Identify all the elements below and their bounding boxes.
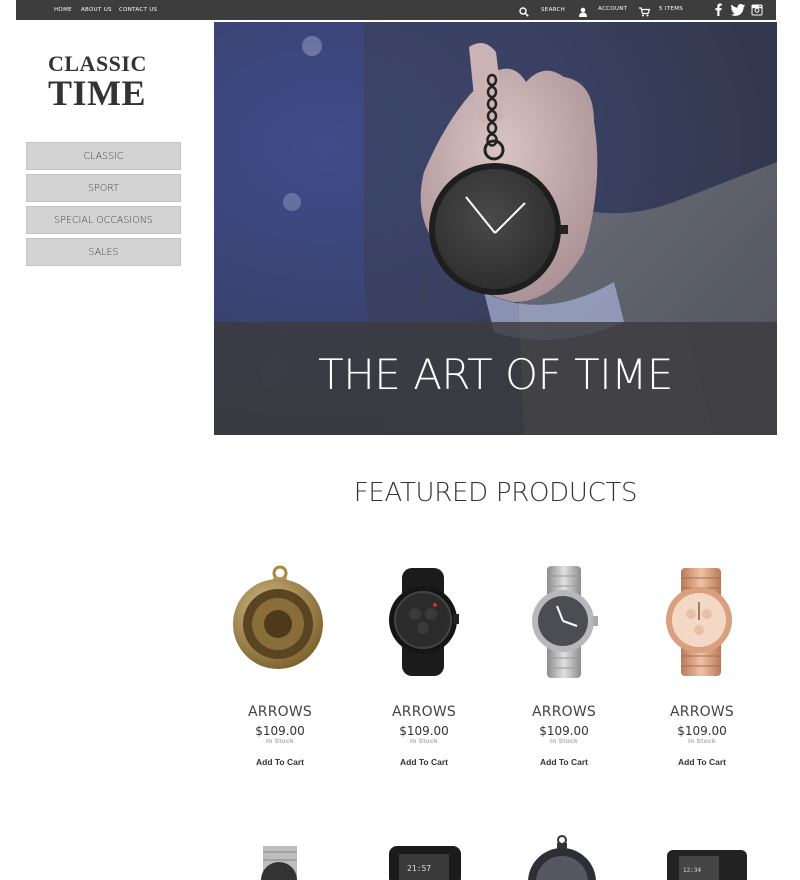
product-price: $109.00 [539,724,589,738]
featured-products-heading: FEATURED PRODUCTS [353,478,638,508]
site-logo[interactable]: CLASSIC TIME [48,52,158,113]
add-to-cart-button[interactable]: Add To Cart [540,757,588,767]
product-price: $109.00 [677,724,727,738]
product-card: ARROWS $109.00 In Stock Add To Cart [215,562,345,770]
instagram-icon[interactable] [751,3,763,21]
cart-icon[interactable] [639,4,651,22]
side-menu-sport[interactable]: SPORT [26,174,181,202]
nav-about-link[interactable]: ABOUT US [81,7,112,13]
product-card: ARROWS $109.00 In Stock Add To Cart [359,562,489,770]
svg-text:21:57: 21:57 [407,864,431,873]
product-stock-status: In Stock [266,738,294,745]
product-name[interactable]: ARROWS [499,704,629,720]
account-icon[interactable] [578,4,588,22]
logo-line-time: TIME [48,73,147,113]
product-price: $109.00 [255,724,305,738]
add-to-cart-button[interactable]: Add To Cart [256,757,304,767]
product-card: ARROWS $109.00 In Stock Add To Cart [499,562,629,770]
product-name[interactable]: ARROWS [359,704,489,720]
facebook-icon[interactable] [713,3,723,21]
product-image-partial[interactable]: 21:57 [359,832,489,880]
nav-contact-link[interactable]: CONTACT US [119,7,157,13]
product-image[interactable] [499,562,629,682]
cart-link[interactable]: 5 ITEMS [659,6,683,12]
product-stock-status: In Stock [550,738,578,745]
product-stock-status: In Stock [688,738,716,745]
hero-title: THE ART OF TIME [318,350,673,399]
hero-banner[interactable]: THE ART OF TIME [214,22,777,435]
add-to-cart-button[interactable]: Add To Cart [678,757,726,767]
product-image-partial[interactable] [499,832,629,880]
account-link[interactable]: ACCOUNT [598,6,627,12]
side-menu-sales[interactable]: SALES [26,238,181,266]
search-icon[interactable] [519,4,529,22]
product-name[interactable]: ARROWS [215,704,345,720]
product-image-partial[interactable] [215,832,345,880]
product-image-partial[interactable]: 12:34 [637,832,767,880]
product-name[interactable]: ARROWS [637,704,767,720]
product-price: $109.00 [399,724,449,738]
product-stock-status: In Stock [410,738,438,745]
add-to-cart-button[interactable]: Add To Cart [400,757,448,767]
side-menu-special-occasions[interactable]: SPECIAL OCCASIONS [26,206,181,234]
product-image[interactable] [215,562,345,682]
product-image[interactable] [637,562,767,682]
side-menu: CLASSIC SPORT SPECIAL OCCASIONS SALES [26,142,181,270]
side-menu-classic[interactable]: CLASSIC [26,142,181,170]
twitter-icon[interactable] [731,3,745,21]
top-bar: HOME ABOUT US CONTACT US SEARCH ACCOUNT … [16,0,776,20]
nav-home-link[interactable]: HOME [54,7,72,13]
svg-text:12:34: 12:34 [683,867,701,874]
product-card: ARROWS $109.00 In Stock Add To Cart [637,562,767,770]
product-image[interactable] [359,562,489,682]
search-link[interactable]: SEARCH [541,7,565,13]
